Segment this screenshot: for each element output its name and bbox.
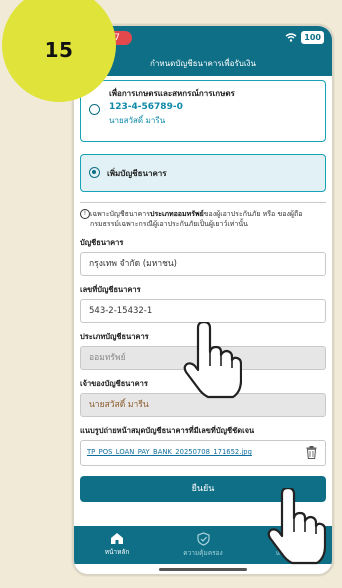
radio-unselected-icon[interactable] bbox=[89, 104, 100, 115]
shield-check-icon bbox=[196, 532, 210, 546]
note-bold: ประเภทออมทรัพย์ bbox=[150, 210, 204, 218]
radio-selected-icon[interactable] bbox=[89, 167, 100, 178]
pointing-hand-icon bbox=[183, 322, 242, 399]
attachment-field: TP_POS_LOAN_PAY_BANK_20250708_171652.jpg bbox=[80, 440, 326, 466]
add-account-option[interactable]: เพิ่มบัญชีธนาคาร bbox=[80, 154, 326, 192]
wifi-icon bbox=[285, 33, 297, 42]
pointing-hand-icon bbox=[267, 488, 326, 565]
nav-coverage-label: ความคุ้มครอง bbox=[183, 549, 223, 557]
nav-home-label: หน้าหลัก bbox=[104, 548, 130, 556]
attachment-file-link[interactable]: TP_POS_LOAN_PAY_BANK_20250708_171652.jpg bbox=[87, 448, 252, 456]
note-prefix: เฉพาะบัญชีธนาคาร bbox=[90, 210, 150, 218]
existing-account-holder: นายสวัสดิ์ มารีน bbox=[109, 116, 166, 125]
bank-select[interactable]: กรุงเทพ จำกัด (มหาชน) bbox=[80, 252, 326, 276]
existing-account-number: 123-4-56789-0 bbox=[109, 102, 183, 112]
existing-account-option[interactable]: เพื่อการเกษตรและสหกรณ์การเกษตร 123-4-567… bbox=[80, 80, 326, 142]
account-number-input[interactable]: 543-2-15432-1 bbox=[80, 299, 326, 323]
home-icon bbox=[111, 533, 123, 544]
add-account-label: เพิ่มบัญชีธนาคาร bbox=[107, 169, 167, 178]
existing-bank-name: เพื่อการเกษตรและสหกรณ์การเกษตร bbox=[109, 89, 235, 98]
bank-label: บัญชีธนาคาร bbox=[80, 238, 124, 247]
nav-coverage[interactable]: ความคุ้มครอง bbox=[160, 526, 246, 564]
account-note: ! เฉพาะบัญชีธนาคารประเภทออมทรัพย์ของผู้เ… bbox=[80, 202, 326, 229]
trash-icon[interactable] bbox=[306, 446, 317, 459]
attachment-label: แนบรูปถ่ายหน้าสมุดบัญชีธนาคารที่มีเลขที่… bbox=[80, 426, 255, 435]
status-icons: 100 bbox=[285, 31, 324, 44]
account-number-label: เลขที่บัญชีธนาคาร bbox=[80, 285, 141, 294]
nav-home[interactable]: หน้าหลัก bbox=[74, 526, 160, 564]
step-number: 15 bbox=[44, 38, 74, 62]
main-content: เพื่อการเกษตรและสหกรณ์การเกษตร 123-4-567… bbox=[74, 76, 332, 502]
home-indicator bbox=[159, 568, 247, 571]
battery-icon: 100 bbox=[301, 31, 324, 44]
info-icon: ! bbox=[80, 209, 90, 219]
